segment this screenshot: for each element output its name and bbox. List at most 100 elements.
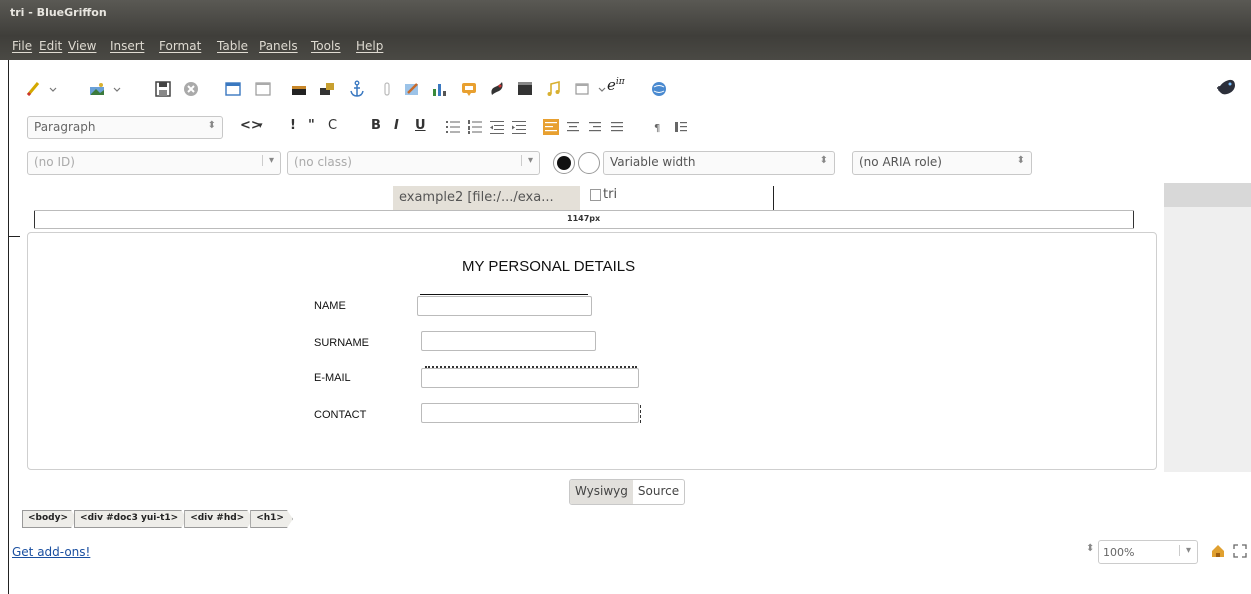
paint-icon[interactable] (488, 80, 506, 98)
aria-select-value: (no ARIA role) (859, 155, 942, 169)
chevron-down-icon[interactable] (593, 80, 606, 98)
anchor-icon[interactable] (348, 80, 366, 98)
chevron-down-icon[interactable]: ▾ (258, 121, 263, 131)
menu-edit[interactable]: Edit (39, 39, 62, 53)
updown-arrow-icon: ⬍ (207, 120, 216, 131)
ruler-left-marker[interactable] (34, 211, 35, 228)
breadcrumb-h1[interactable]: <h1> (250, 510, 293, 528)
page-heading[interactable]: MY PERSONAL DETAILS (462, 258, 635, 275)
menu-help[interactable]: Help (356, 39, 383, 53)
rtl-icon[interactable] (672, 118, 690, 136)
image-icon[interactable] (88, 80, 106, 98)
underline-button[interactable]: U (415, 118, 426, 133)
chevron-down-icon: ▾ (261, 155, 274, 166)
math-icon[interactable]: eiπ (607, 76, 633, 94)
music-icon[interactable] (544, 80, 562, 98)
picture-icon[interactable] (290, 80, 308, 98)
tab-tri[interactable]: tri (590, 187, 617, 202)
side-panel (1164, 207, 1251, 472)
exclaim-button[interactable]: ! (290, 118, 296, 133)
align-center-icon[interactable] (564, 118, 582, 136)
class-select[interactable]: (no class) ▾ (287, 151, 540, 175)
paragraph-select[interactable]: Paragraph ⬍ (27, 116, 223, 139)
italic-button[interactable]: I (394, 118, 399, 133)
menu-table[interactable]: Table (217, 39, 248, 53)
save-icon[interactable] (154, 80, 172, 98)
left-border (8, 60, 9, 594)
chart-icon[interactable] (430, 80, 448, 98)
text-cursor (773, 186, 774, 210)
menu-format[interactable]: Format (159, 39, 201, 53)
number-list-icon[interactable] (466, 118, 484, 136)
zoom-select[interactable]: 100% ▾ (1098, 540, 1198, 564)
picture-alt-icon[interactable] (318, 80, 336, 98)
tab-example2-label: example2 [file:/.../exa... (399, 190, 554, 205)
window-icon[interactable] (224, 80, 242, 98)
radio-selected[interactable] (553, 152, 575, 174)
width-select-value: Variable width (610, 155, 696, 169)
outdent-icon[interactable] (488, 118, 506, 136)
align-left-icon[interactable] (542, 118, 560, 136)
chevron-down-icon[interactable] (44, 80, 57, 98)
quote-button[interactable]: " (308, 118, 315, 133)
close-circle-icon[interactable] (182, 80, 200, 98)
blank-page-icon[interactable] (254, 80, 272, 98)
id-select-value: (no ID) (34, 155, 75, 169)
email-input[interactable] (421, 368, 639, 388)
layer-icon[interactable] (573, 80, 591, 98)
align-right-icon[interactable] (586, 118, 604, 136)
bolt-icon[interactable] (378, 80, 396, 98)
resize-handle[interactable] (640, 405, 642, 423)
code-button[interactable]: C (328, 118, 337, 133)
paragraph-select-value: Paragraph (34, 120, 96, 134)
breadcrumb-body[interactable]: <body> (22, 510, 77, 528)
window-title: tri - BlueGriffon (10, 6, 107, 19)
bold-button[interactable]: B (371, 118, 381, 133)
updown-arrow-icon[interactable]: ⬍ (1086, 543, 1094, 554)
name-input[interactable] (417, 296, 592, 316)
fullscreen-icon[interactable] (1232, 543, 1248, 559)
pen-icon[interactable] (25, 80, 43, 98)
form-icon[interactable] (460, 80, 478, 98)
aria-select[interactable]: (no ARIA role) ⬍ (852, 151, 1032, 175)
menu-insert[interactable]: Insert (110, 39, 144, 53)
name-label: NAME (314, 300, 346, 312)
picture-edit-icon[interactable] (403, 80, 421, 98)
menu-file[interactable]: File (12, 39, 32, 53)
id-select[interactable]: (no ID) ▾ (27, 151, 281, 175)
menu-bar: File Edit View Insert Format Table Panel… (0, 36, 1251, 60)
side-panel-header (1164, 183, 1251, 207)
width-select[interactable]: Variable width ⬍ (603, 151, 835, 175)
breadcrumb-div-hd[interactable]: <div #hd> (184, 510, 253, 528)
breadcrumb: <body> <div #doc3 yui-t1> <div #hd> <h1> (22, 510, 290, 528)
chevron-down-icon: ▾ (520, 155, 533, 166)
globe-icon[interactable] (650, 80, 668, 98)
contact-input[interactable] (421, 403, 639, 423)
chevron-down-icon[interactable] (108, 80, 121, 98)
chevron-down-icon: ▾ (1178, 545, 1191, 556)
get-addons-link[interactable]: Get add-ons! (12, 545, 90, 559)
menu-view[interactable]: View (68, 39, 96, 53)
menu-panels[interactable]: Panels (259, 39, 298, 53)
indent-icon[interactable] (510, 118, 528, 136)
tab-source[interactable]: Source (633, 480, 684, 504)
ruler-right-marker[interactable] (1133, 211, 1134, 228)
radio-unselected[interactable] (578, 152, 600, 174)
surname-input[interactable] (421, 331, 596, 351)
tab-example2[interactable]: example2 [file:/.../exa... (393, 186, 580, 210)
griffon-logo-icon (1215, 76, 1237, 98)
ruler-mark (8, 236, 20, 237)
video-icon[interactable] (516, 80, 534, 98)
home-icon[interactable] (1210, 543, 1226, 559)
ruler-width-label: 1147px (567, 214, 601, 223)
document-icon (590, 188, 601, 201)
tab-wysiwyg[interactable]: Wysiwyg (570, 480, 633, 504)
svg-text:¶: ¶ (654, 123, 660, 134)
email-label: E-MAIL (314, 372, 351, 384)
justify-icon[interactable] (608, 118, 626, 136)
title-bar: tri - BlueGriffon (0, 0, 1251, 36)
ltr-icon[interactable]: ¶ (652, 118, 670, 136)
bullet-list-icon[interactable] (444, 118, 462, 136)
breadcrumb-div-doc3[interactable]: <div #doc3 yui-t1> (74, 510, 187, 528)
menu-tools[interactable]: Tools (311, 39, 341, 53)
